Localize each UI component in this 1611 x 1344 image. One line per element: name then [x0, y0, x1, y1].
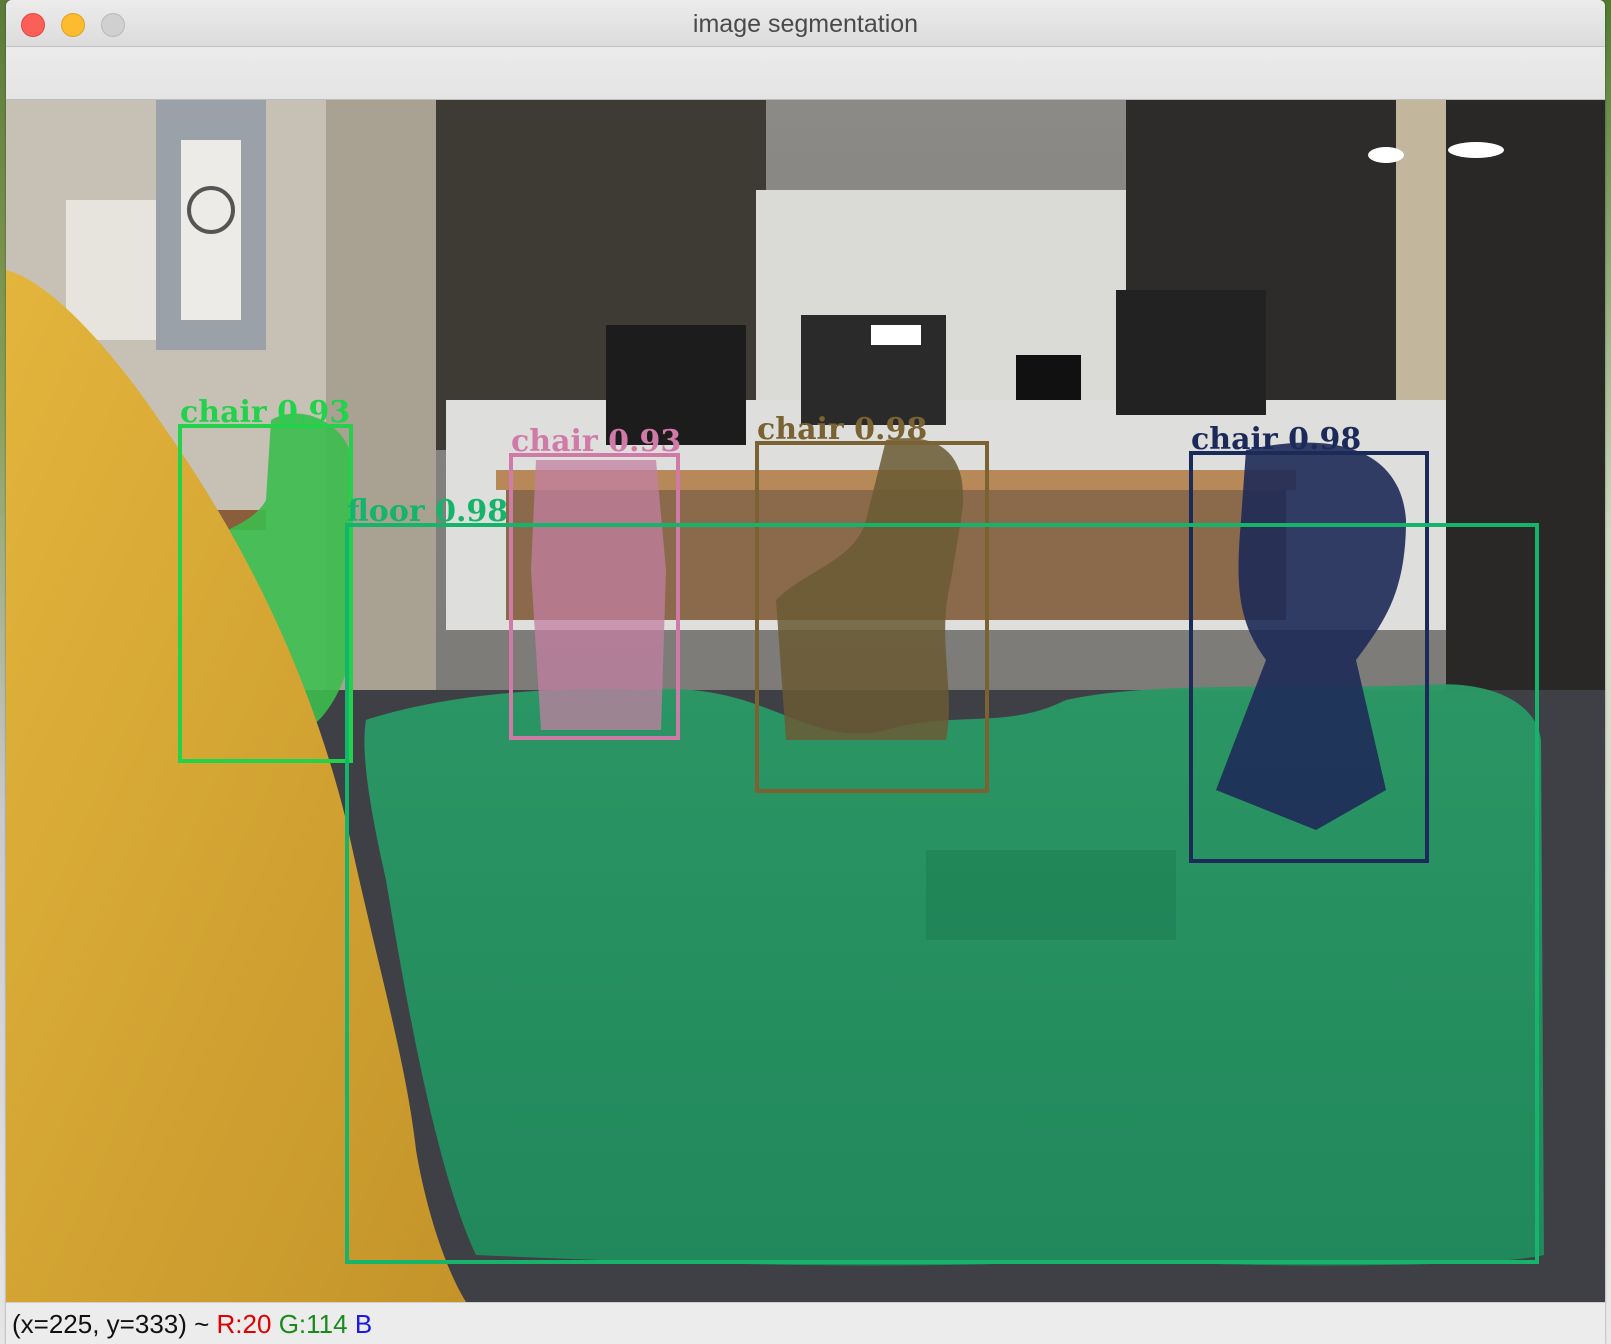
phone-device: [1016, 355, 1081, 400]
floor-shadow: [926, 850, 1176, 940]
toolbar: [6, 47, 1605, 100]
title-bar[interactable]: image segmentation: [6, 0, 1605, 47]
status-bar: (x=225, y=333) ~ R:20 G:114 B: [6, 1302, 1605, 1344]
segmentation-image: chair 0.93 chair 0.93 chair 0.98 chair 0.98…: [6, 100, 1605, 1302]
monitor-glare: [871, 325, 921, 345]
monitor: [1116, 290, 1266, 415]
detection-label: floor 0.98: [347, 494, 508, 529]
detection-label: chair 0.93: [180, 395, 350, 430]
pixel-green-value: G:114: [278, 1309, 348, 1339]
pixel-blue-value: B: [354, 1309, 373, 1339]
railing-right: [1446, 100, 1605, 700]
pixel-red-value: R:20: [216, 1309, 272, 1339]
column: [1396, 100, 1446, 400]
cursor-coordinates: (x=225, y=333) ~: [12, 1309, 217, 1339]
wall-poster: [66, 200, 156, 340]
app-window: image segmentation chair 0.93 chair 0.93…: [6, 0, 1605, 1344]
ceiling-light: [1368, 147, 1404, 163]
detection-label: chair 0.98: [1191, 422, 1361, 457]
ceiling-light: [1448, 142, 1504, 158]
detection-label: chair 0.98: [757, 412, 927, 447]
image-viewport[interactable]: chair 0.93 chair 0.93 chair 0.98 chair 0.98…: [6, 100, 1605, 1302]
window-title: image segmentation: [692, 10, 919, 38]
detection-label: chair 0.93: [511, 424, 681, 459]
chair-mask-pink: [531, 460, 666, 730]
